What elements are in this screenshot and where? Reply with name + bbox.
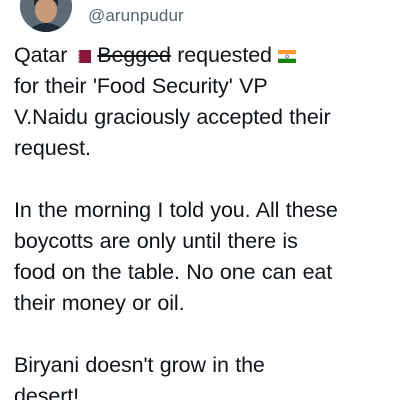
tweet-line: food on the table. No one can eat — [14, 260, 333, 284]
tweet-line: Biryani doesn't grow in the — [14, 353, 265, 377]
tweet-line: V.Naidu graciously accepted their — [14, 105, 331, 129]
tweet-line: for their 'Food Security' VP — [14, 74, 268, 98]
india-flag-icon — [277, 50, 296, 63]
tweet-card: @arunpudur Qatar Begged requested for the… — [0, 0, 400, 400]
text-requested: requested — [177, 43, 272, 67]
text-qatar: Qatar — [14, 43, 68, 67]
tweet-line: Qatar Begged requested — [14, 40, 394, 71]
user-handle[interactable]: @arunpudur — [88, 6, 184, 26]
avatar[interactable] — [20, 0, 72, 32]
tweet-text: Qatar Begged requested for their 'Food Se… — [14, 40, 394, 400]
struck-word: Begged — [97, 43, 171, 67]
tweet-line: In the morning I told you. All these — [14, 198, 338, 222]
tweet-line: boycotts are only until there is — [14, 229, 298, 253]
tweet-line: their money or oil. — [14, 291, 185, 315]
qatar-flag-icon — [73, 50, 92, 63]
tweet-line: request. — [14, 136, 91, 160]
tweet-line: desert! — [14, 384, 80, 400]
